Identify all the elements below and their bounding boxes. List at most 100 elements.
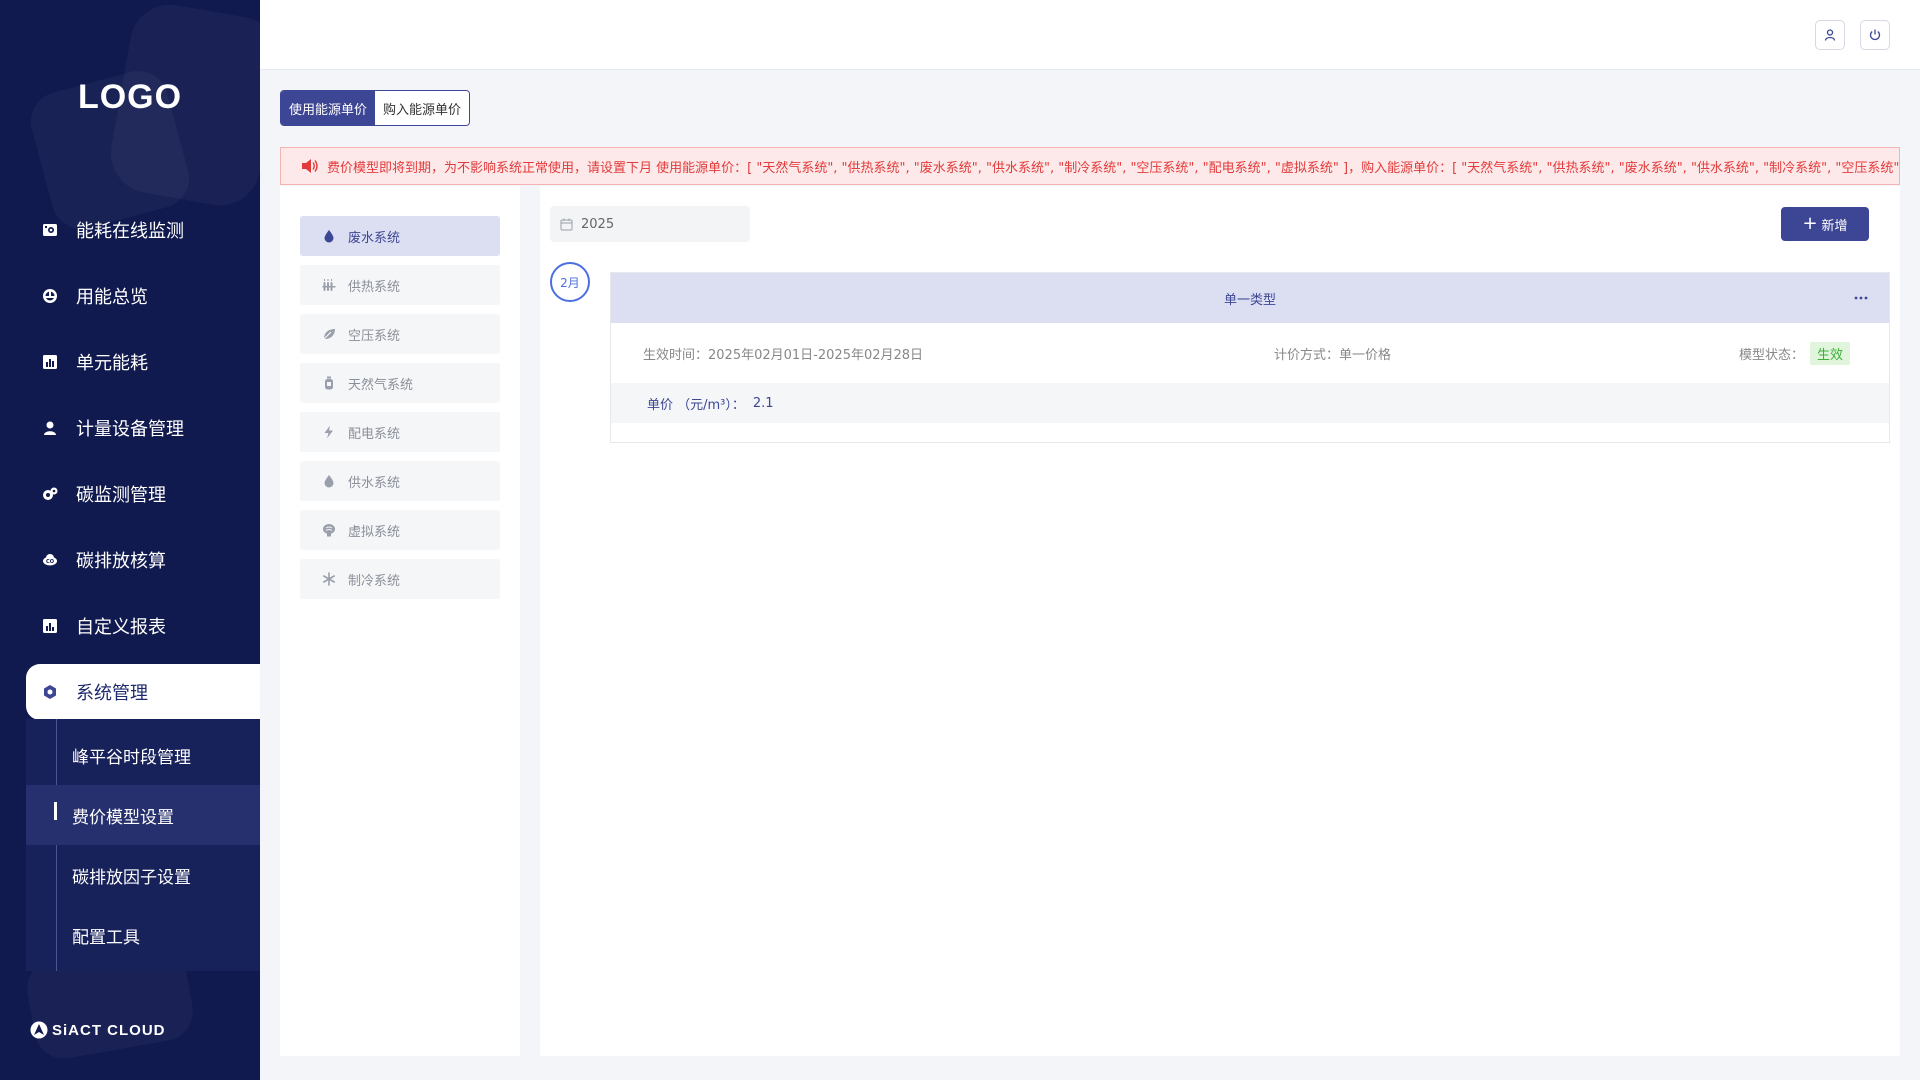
menu-item-label: 用能总览 bbox=[76, 287, 148, 308]
system-item-heating[interactable]: 供热系统 bbox=[300, 265, 500, 305]
snowflake-icon bbox=[322, 572, 336, 586]
lightning-icon bbox=[322, 425, 336, 439]
menu-item-system-management[interactable]: 系统管理 bbox=[26, 664, 260, 720]
menu-item-label: 单元能耗 bbox=[76, 353, 148, 374]
unit-price-row: 单价 （元/m³）： 2.1 bbox=[611, 383, 1889, 423]
system-submenu: 峰平谷时段管理 费价模型设置 碳排放因子设置 配置工具 bbox=[26, 719, 260, 971]
system-item-label: 空压系统 bbox=[348, 328, 401, 344]
menu-item-carbon-accounting[interactable]: CO 碳排放核算 bbox=[0, 527, 260, 593]
bar-chart-icon bbox=[42, 354, 58, 370]
user-button[interactable] bbox=[1815, 20, 1845, 50]
brand-logo: SiACT CLOUD bbox=[30, 1021, 166, 1039]
logo: LOGO bbox=[77, 78, 183, 116]
menu-item-label: 碳监测管理 bbox=[76, 485, 166, 506]
menu-item-unit-energy[interactable]: 单元能耗 bbox=[0, 329, 260, 395]
heating-icon bbox=[322, 278, 336, 292]
report-icon bbox=[42, 618, 58, 634]
menu-item-carbon-monitor[interactable]: 碳监测管理 bbox=[0, 461, 260, 527]
menu-item-label: 能耗在线监测 bbox=[76, 221, 184, 242]
model-status: 模型状态： 生效 bbox=[1739, 341, 1851, 365]
gears-icon bbox=[42, 486, 58, 502]
cloud-icon: CO bbox=[42, 552, 58, 568]
submenu-item-peak-valley[interactable]: 峰平谷时段管理 bbox=[26, 725, 260, 785]
status-badge: 生效 bbox=[1810, 341, 1851, 365]
speaker-icon bbox=[301, 158, 319, 174]
system-item-power-distribution[interactable]: 配电系统 bbox=[300, 412, 500, 452]
menu-item-label: 计量设备管理 bbox=[76, 419, 184, 440]
unit-price-label: 单价 （元/m³）： bbox=[647, 397, 745, 413]
water-drop-icon bbox=[322, 474, 336, 488]
menu-item-custom-report[interactable]: 自定义报表 bbox=[0, 593, 260, 659]
system-item-label: 天然气系统 bbox=[348, 377, 414, 393]
system-item-label: 配电系统 bbox=[348, 426, 401, 442]
year-value: 2025 bbox=[581, 216, 615, 232]
calendar-icon bbox=[560, 218, 581, 231]
unit-price-value: 2.1 bbox=[752, 395, 774, 411]
add-button-label: 新增 bbox=[1821, 218, 1848, 234]
system-list-panel: 废水系统 供热系统 空压系统 天然气系统 配电系统 供水系统 虚拟系统 制冷系统 bbox=[280, 186, 520, 1056]
power-button[interactable] bbox=[1860, 20, 1890, 50]
main-menu: 能耗在线监测 用能总览 单元能耗 计量设备管理 碳监测管理 CO 碳排放核算 自… bbox=[0, 197, 260, 725]
card-title: 单一类型 bbox=[1223, 292, 1276, 308]
brand-name: SiACT CLOUD bbox=[52, 1021, 166, 1039]
menu-item-meter-devices[interactable]: 计量设备管理 bbox=[0, 395, 260, 461]
submenu-item-carbon-factor[interactable]: 碳排放因子设置 bbox=[26, 845, 260, 905]
brain-icon bbox=[322, 523, 336, 537]
sidebar: LOGO 能耗在线监测 用能总览 单元能耗 计量设备管理 碳监测管理 CO 碳排… bbox=[0, 0, 260, 1080]
system-list: 废水系统 供热系统 空压系统 天然气系统 配电系统 供水系统 虚拟系统 制冷系统 bbox=[300, 216, 500, 608]
system-item-label: 供热系统 bbox=[348, 279, 401, 295]
leaf-icon bbox=[322, 327, 336, 341]
system-item-water-supply[interactable]: 供水系统 bbox=[300, 461, 500, 501]
menu-item-label: 系统管理 bbox=[76, 683, 148, 704]
price-type-tabs: 使用能源单价 购入能源单价 bbox=[280, 90, 471, 126]
system-item-wastewater[interactable]: 废水系统 bbox=[300, 216, 500, 256]
system-item-virtual[interactable]: 虚拟系统 bbox=[300, 510, 500, 550]
month-marker: 2月 bbox=[550, 262, 590, 302]
brand-icon bbox=[30, 1021, 48, 1039]
system-item-label: 供水系统 bbox=[348, 475, 401, 491]
expiry-notice: 费价模型即将到期，为不影响系统正常使用，请设置下月 使用能源单价：[ "天然气系… bbox=[280, 147, 1900, 185]
effective-time-label: 生效时间： bbox=[643, 347, 709, 363]
submenu-item-label: 费价模型设置 bbox=[72, 807, 174, 828]
monitor-icon bbox=[42, 222, 58, 238]
user-icon bbox=[1823, 28, 1837, 42]
system-item-natural-gas[interactable]: 天然气系统 bbox=[300, 363, 500, 403]
more-icon[interactable] bbox=[1853, 290, 1869, 306]
svg-text:CO: CO bbox=[46, 559, 54, 565]
system-item-label: 虚拟系统 bbox=[348, 524, 401, 540]
price-model-panel: 2025 + 新增 2月 单一类型 生效时间： 2025年02月01日-2025… bbox=[540, 186, 1900, 1056]
effective-time-value: 2025年02月01日-2025年02月28日 bbox=[708, 347, 924, 363]
gas-tank-icon bbox=[322, 376, 336, 390]
pricing-method: 计价方式： 单一价格 bbox=[1274, 344, 1391, 363]
system-item-cooling[interactable]: 制冷系统 bbox=[300, 559, 500, 599]
card-header: 单一类型 bbox=[611, 273, 1889, 323]
water-drop-icon bbox=[322, 229, 336, 243]
tab-purchase-price[interactable]: 购入能源单价 bbox=[375, 91, 470, 125]
submenu-item-label: 配置工具 bbox=[72, 927, 140, 948]
user-icon bbox=[42, 420, 58, 436]
submenu-item-price-model[interactable]: 费价模型设置 bbox=[26, 785, 260, 845]
menu-item-energy-monitor[interactable]: 能耗在线监测 bbox=[0, 197, 260, 263]
year-picker[interactable]: 2025 bbox=[550, 206, 750, 242]
pricing-method-label: 计价方式： bbox=[1274, 347, 1340, 363]
system-item-label: 制冷系统 bbox=[348, 573, 401, 589]
menu-item-overview[interactable]: 用能总览 bbox=[0, 263, 260, 329]
pricing-method-value: 单一价格 bbox=[1339, 347, 1392, 363]
menu-item-label: 自定义报表 bbox=[76, 617, 166, 638]
notice-text: 费价模型即将到期，为不影响系统正常使用，请设置下月 使用能源单价：[ "天然气系… bbox=[327, 160, 1900, 176]
price-model-card: 单一类型 生效时间： 2025年02月01日-2025年02月28日 计价方式：… bbox=[610, 272, 1890, 443]
power-icon bbox=[1868, 28, 1882, 42]
system-item-compressed-air[interactable]: 空压系统 bbox=[300, 314, 500, 354]
submenu-item-label: 峰平谷时段管理 bbox=[72, 747, 191, 768]
card-info-row: 生效时间： 2025年02月01日-2025年02月28日 计价方式： 单一价格… bbox=[611, 323, 1889, 383]
model-status-label: 模型状态： bbox=[1739, 347, 1805, 363]
menu-item-label: 碳排放核算 bbox=[76, 551, 166, 572]
top-header bbox=[260, 0, 1920, 70]
submenu-item-config-tools[interactable]: 配置工具 bbox=[26, 905, 260, 965]
submenu-item-label: 碳排放因子设置 bbox=[72, 867, 191, 888]
dashboard-icon bbox=[42, 288, 58, 304]
plus-icon: + bbox=[1802, 213, 1818, 234]
tab-usage-price[interactable]: 使用能源单价 bbox=[281, 91, 376, 125]
add-button[interactable]: + 新增 bbox=[1781, 207, 1869, 241]
settings-icon bbox=[42, 684, 58, 700]
